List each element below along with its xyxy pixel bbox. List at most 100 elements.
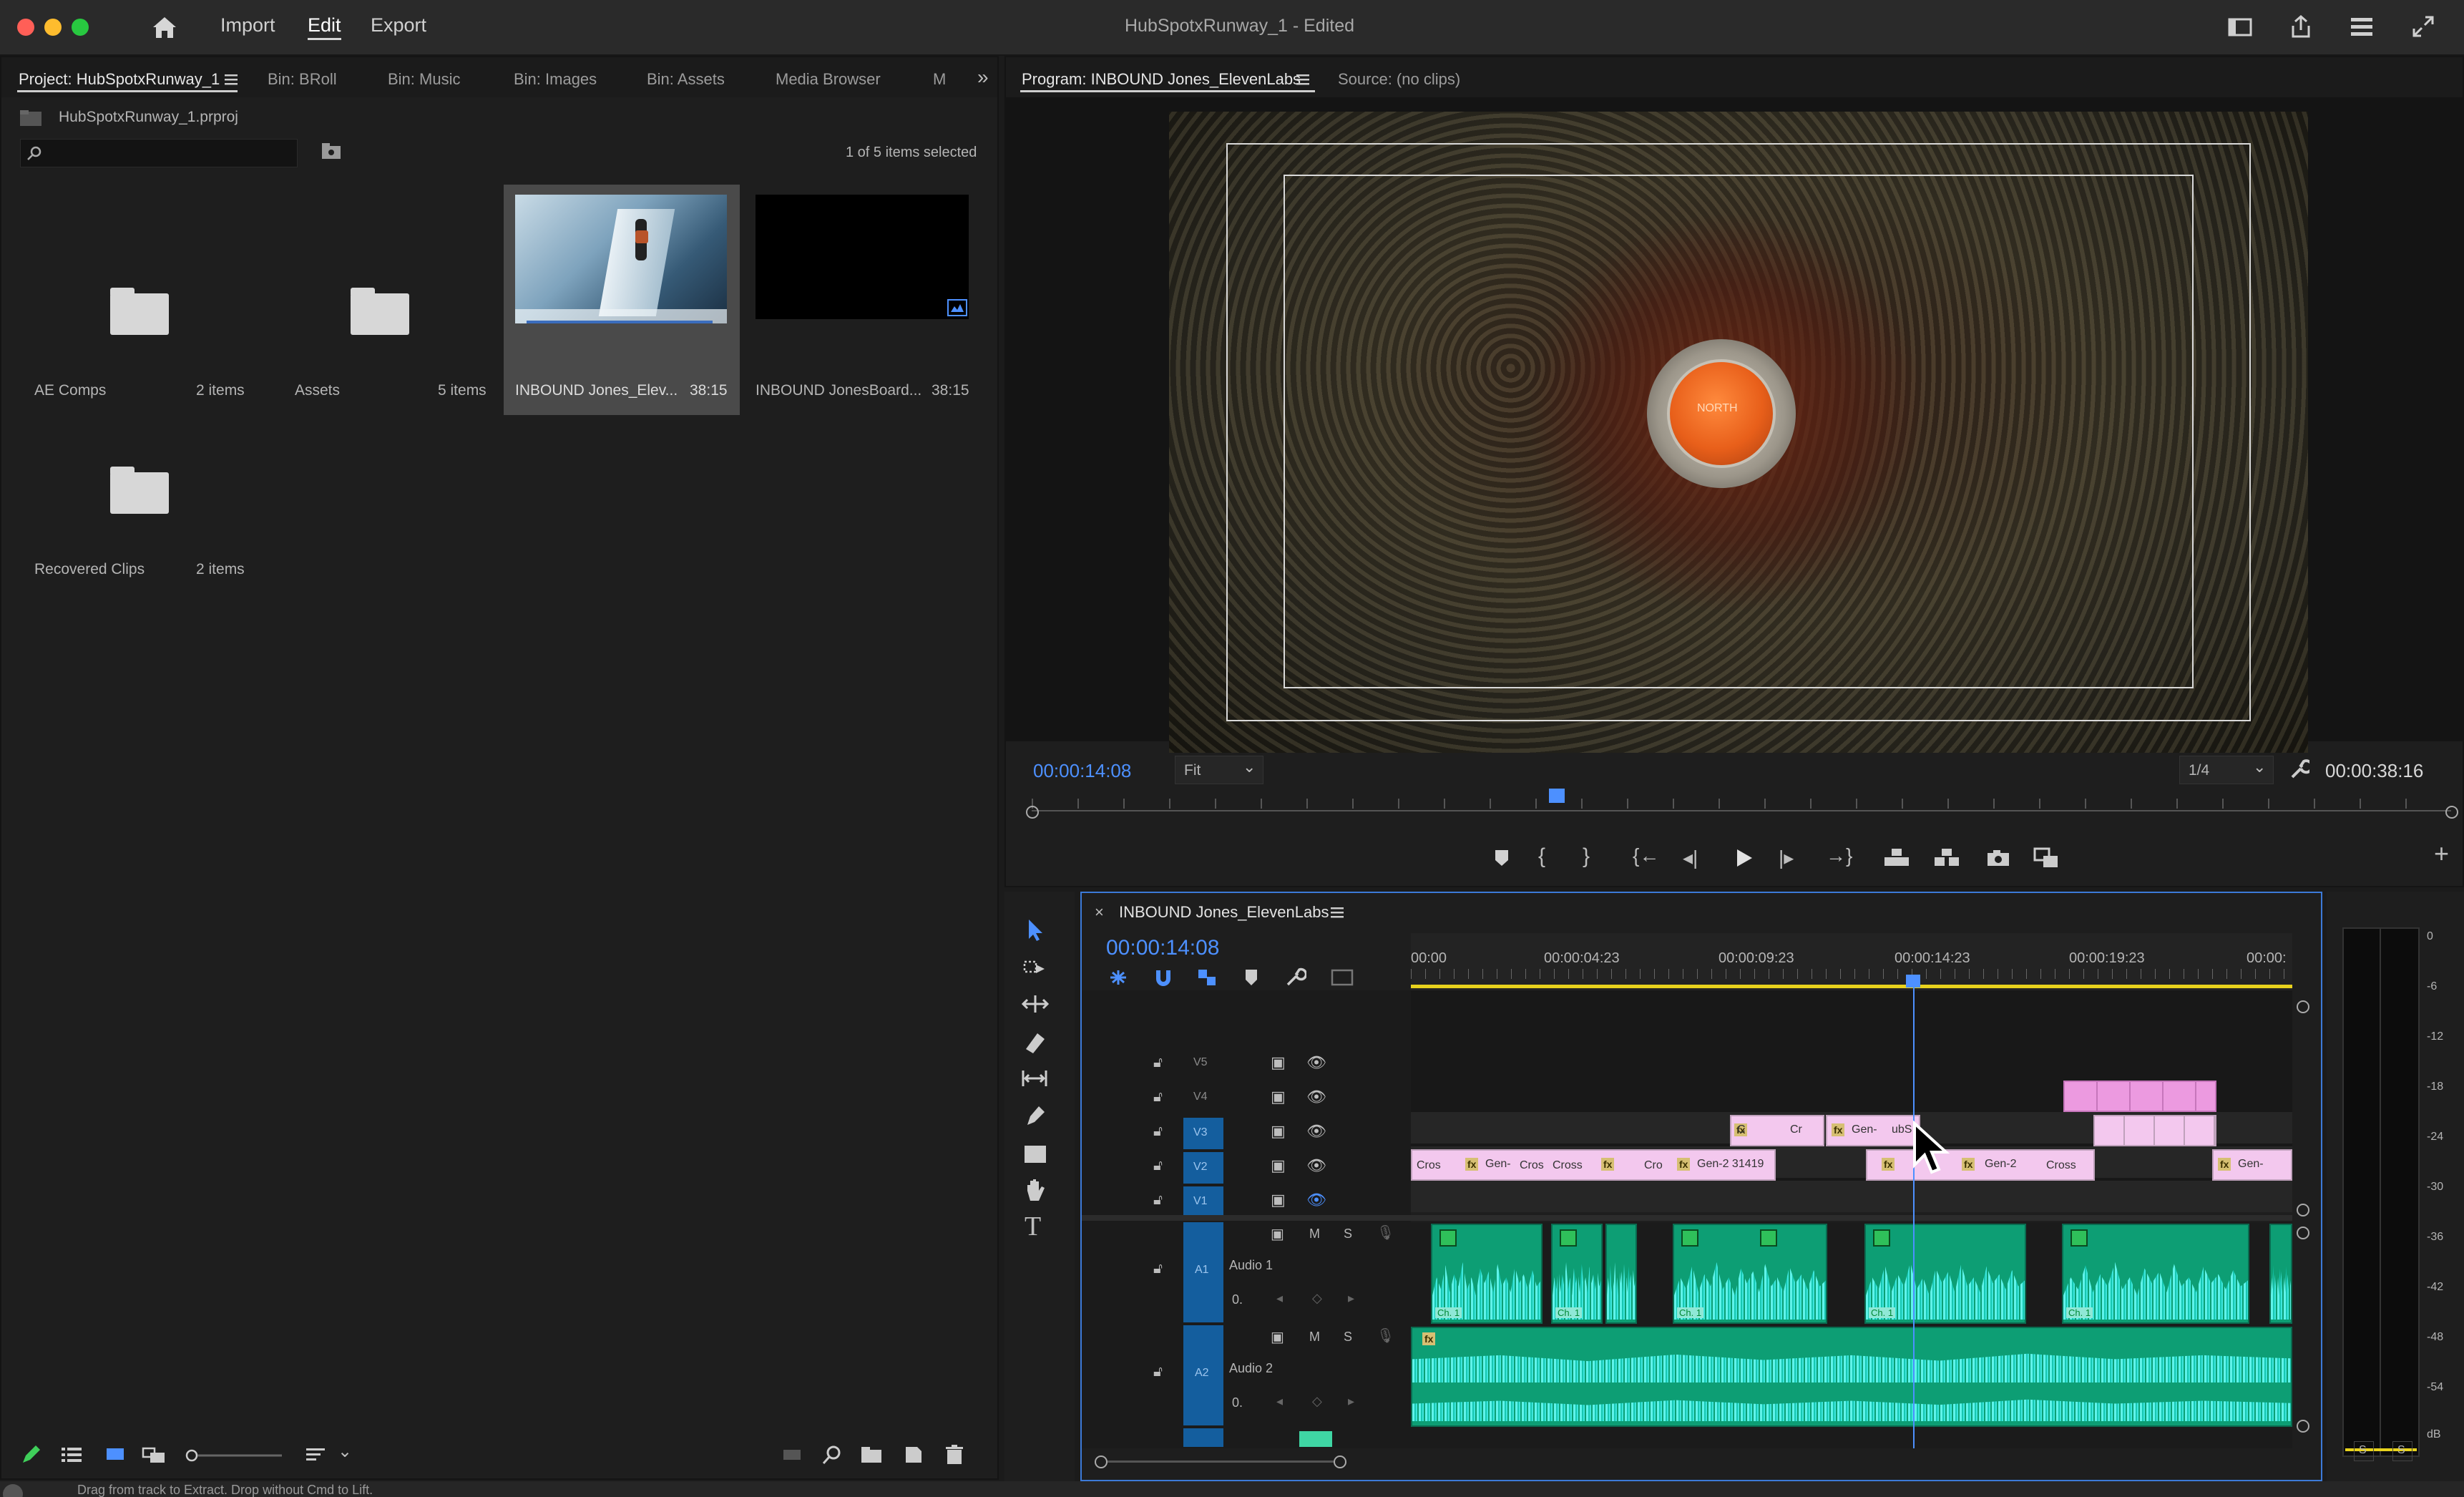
close-sequence-icon[interactable]: ×	[1095, 903, 1104, 922]
track-select-tool-icon[interactable]	[1023, 957, 1047, 979]
overflow-chevron-icon[interactable]: »	[977, 66, 989, 89]
mark-out-icon[interactable]: }	[1583, 844, 1590, 869]
new-search-bin-icon[interactable]	[321, 142, 342, 160]
icon-view-icon[interactable]	[104, 1445, 126, 1464]
sequence-tab[interactable]: INBOUND Jones_ElevenLabs	[1119, 903, 1329, 922]
audio-scroll-bottom[interactable]	[2297, 1420, 2309, 1433]
a1-clip[interactable]: Ch. 1	[1431, 1224, 1543, 1324]
lift-icon[interactable]	[1883, 847, 1910, 869]
home-icon[interactable]	[150, 14, 179, 40]
timeline-timecode[interactable]: 00:00:14:08	[1106, 936, 1219, 960]
timeline-playhead-handle[interactable]	[1906, 975, 1920, 988]
a2-clip[interactable]: fx	[1411, 1327, 2292, 1427]
find-icon[interactable]	[821, 1444, 843, 1466]
horizontal-scrollbar[interactable]	[1095, 1454, 1346, 1468]
timeline-playhead-line[interactable]	[1913, 976, 1915, 1448]
lock-icon[interactable]: 🔓︎	[1153, 1364, 1163, 1380]
step-back-icon[interactable]: ◂|	[1683, 846, 1698, 869]
v2-clip[interactable]: Cros fx Gen- Cros Cross fx Cro fx Gen-2 …	[1411, 1149, 1776, 1181]
comparison-view-icon[interactable]	[2033, 847, 2060, 869]
add-keyframe-icon[interactable]: ◇	[1312, 1394, 1322, 1409]
lock-icon[interactable]: 🔓︎	[1153, 1123, 1163, 1140]
a1-clip[interactable]: Ch. 1	[1864, 1224, 2026, 1324]
next-keyframe-icon[interactable]: ▸	[1348, 1394, 1354, 1409]
lock-icon[interactable]: 🔓︎	[1153, 1158, 1163, 1174]
program-video-frame[interactable]: NORTH	[1169, 112, 2308, 753]
bin-item-sequence-selected[interactable]: INBOUND Jones_Elev... 38:15	[504, 185, 740, 415]
chevron-down-icon[interactable]: ⌄	[338, 1441, 352, 1462]
lock-icon[interactable]: 🔓︎	[1153, 1089, 1163, 1106]
prev-keyframe-icon[interactable]: ◂	[1276, 1291, 1283, 1306]
prev-keyframe-icon[interactable]: ◂	[1276, 1394, 1283, 1409]
time-ruler[interactable]: 00:00 00:00:04:23 00:00:09:23 00:00:14:2…	[1411, 933, 2292, 990]
pen-tool-icon[interactable]	[1023, 1103, 1047, 1129]
program-timecode[interactable]: 00:00:14:08	[1033, 760, 1131, 782]
panel-menu-icon[interactable]	[223, 73, 239, 86]
settings-wrench-icon[interactable]	[2288, 759, 2309, 780]
eye-hidden-icon[interactable]: 👁︎	[1306, 1191, 1326, 1209]
extract-icon[interactable]	[1933, 847, 1960, 869]
trash-icon[interactable]	[944, 1444, 964, 1466]
add-marker-icon[interactable]	[1492, 847, 1511, 869]
add-marker-icon[interactable]	[1243, 967, 1259, 988]
nest-icon[interactable]	[1108, 967, 1129, 988]
share-icon[interactable]	[2289, 14, 2312, 39]
menu-export[interactable]: Export	[371, 14, 426, 36]
tab-bin-images[interactable]: Bin: Images	[514, 70, 597, 89]
mark-in-icon[interactable]: {	[1538, 844, 1545, 869]
out-handle[interactable]	[2445, 806, 2458, 819]
a1-clip[interactable]: Ch. 1	[2062, 1224, 2249, 1324]
a1-clip[interactable]	[1605, 1224, 1637, 1324]
sync-lock-icon[interactable]: ▣	[1271, 1191, 1286, 1209]
track-label[interactable]: A2	[1195, 1367, 1209, 1380]
track-label[interactable]: V3	[1193, 1126, 1208, 1139]
new-bin-icon[interactable]	[860, 1445, 883, 1464]
track-label[interactable]: V4	[1193, 1091, 1208, 1103]
bin-item-recovered-clips[interactable]: Recovered Clips 2 items	[21, 364, 258, 593]
sort-icon[interactable]	[305, 1445, 326, 1464]
sync-lock-icon[interactable]: ▣	[1271, 1328, 1284, 1346]
video-scroll-bottom[interactable]	[2297, 1204, 2309, 1216]
volume-knob[interactable]: 0.	[1232, 1395, 1243, 1410]
a1-clip[interactable]: Ch. 1	[1673, 1224, 1827, 1324]
sync-lock-icon[interactable]: ▣	[1271, 1122, 1286, 1141]
resolution-select[interactable]: 1/4 ⌄	[2179, 756, 2274, 784]
captions-icon[interactable]	[1331, 969, 1354, 986]
sync-lock-icon[interactable]: ▣	[1271, 1225, 1284, 1243]
tab-bin-music[interactable]: Bin: Music	[388, 70, 460, 89]
track-label[interactable]: V2	[1193, 1161, 1208, 1174]
panel-menu-icon[interactable]	[1329, 906, 1345, 919]
menu-edit[interactable]: Edit	[308, 14, 341, 40]
a1-clip[interactable]: Ch. 1	[1551, 1224, 1603, 1324]
zoom-slider[interactable]	[185, 1447, 285, 1464]
automate-to-sequence-icon[interactable]	[781, 1445, 803, 1464]
sync-lock-icon[interactable]: ▣	[1271, 1088, 1286, 1106]
solo-button[interactable]: S	[1344, 1330, 1352, 1345]
snap-magnet-icon[interactable]	[1153, 967, 1173, 988]
add-button-icon[interactable]: +	[2434, 839, 2449, 869]
go-to-in-icon[interactable]: {←	[1633, 844, 1659, 867]
minimize-window-button[interactable]	[44, 19, 62, 36]
mute-button[interactable]: M	[1309, 1227, 1320, 1242]
zoom-select[interactable]: Fit ⌄	[1175, 756, 1263, 784]
in-handle[interactable]	[1026, 806, 1039, 819]
track-label[interactable]: A1	[1195, 1264, 1209, 1277]
panel-menu-icon[interactable]	[1295, 73, 1311, 86]
a1-clip[interactable]	[2269, 1224, 2292, 1324]
type-tool-icon[interactable]: T	[1025, 1211, 1041, 1242]
solo-left-button[interactable]: S	[2354, 1441, 2374, 1461]
tab-program[interactable]: Program: INBOUND Jones_ElevenLabs	[1022, 70, 1301, 89]
lock-icon[interactable]: 🔓︎	[1153, 1261, 1163, 1277]
list-view-icon[interactable]	[60, 1445, 83, 1464]
timeline-settings-wrench-icon[interactable]	[1285, 967, 1306, 988]
menu-import[interactable]: Import	[220, 14, 275, 36]
tab-more[interactable]: M	[933, 70, 946, 89]
mic-icon[interactable]: 🎙︎	[1377, 1327, 1394, 1345]
lock-icon[interactable]: 🔓︎	[1153, 1192, 1163, 1209]
eye-icon[interactable]: 👁︎	[1306, 1156, 1326, 1175]
linked-selection-icon[interactable]	[1196, 967, 1218, 988]
go-to-out-icon[interactable]: →}	[1826, 844, 1852, 867]
maximize-window-button[interactable]	[72, 19, 89, 36]
video-scroll-top[interactable]	[2297, 1000, 2309, 1013]
program-playhead[interactable]	[1549, 789, 1565, 803]
